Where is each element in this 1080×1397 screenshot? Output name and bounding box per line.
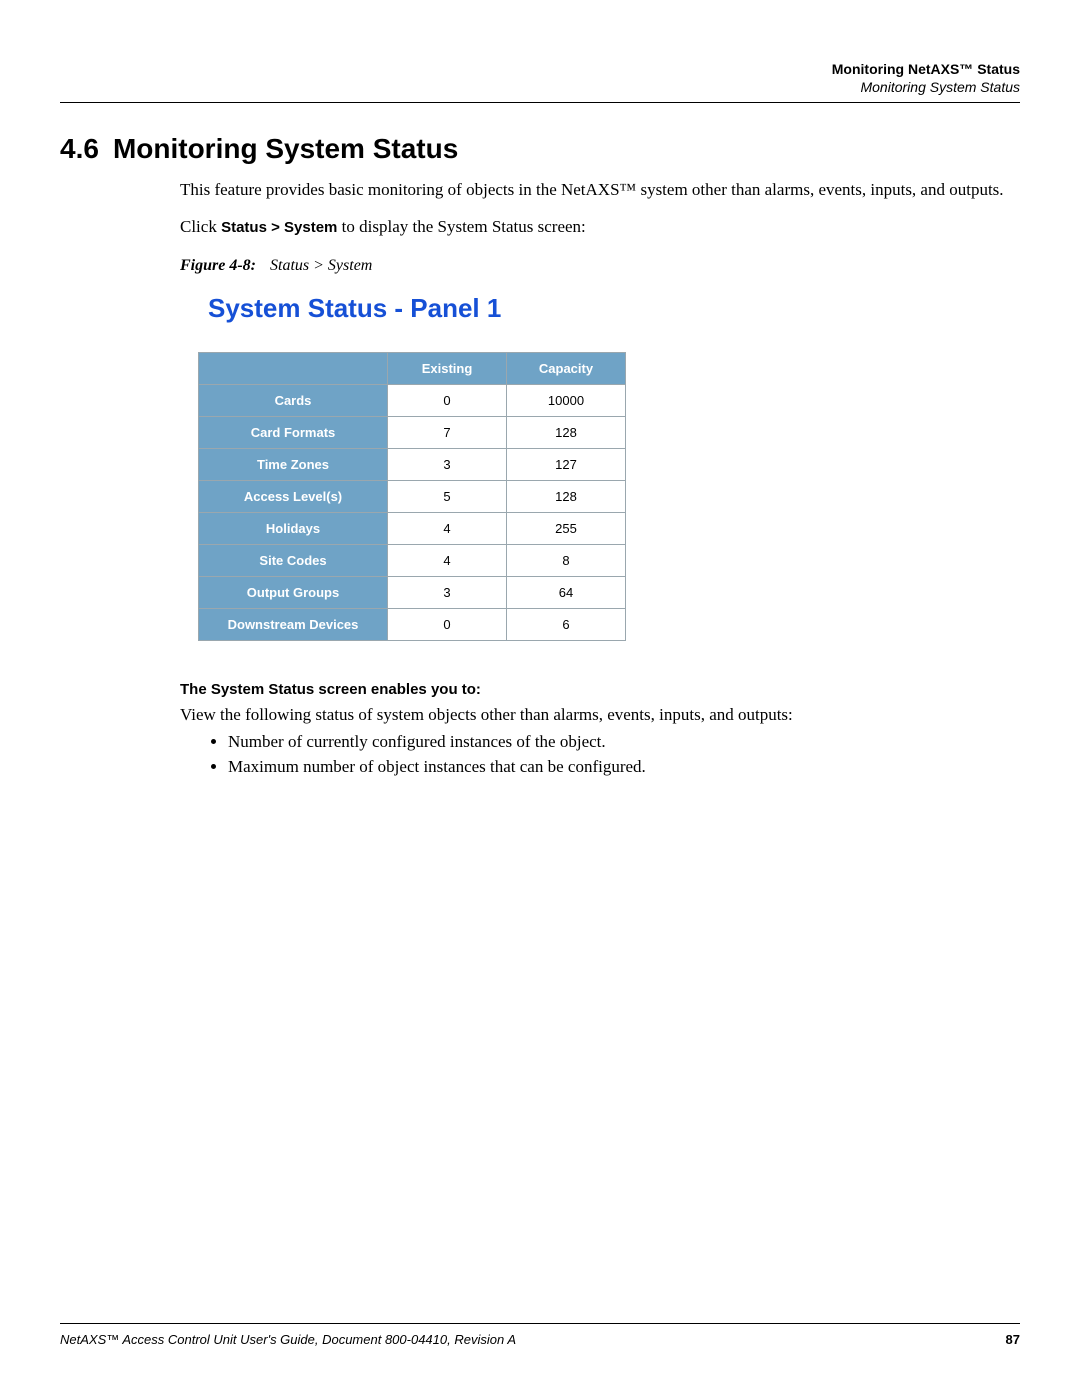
section-number: 4.6: [60, 133, 99, 165]
row-capacity-value: 255: [507, 513, 626, 545]
table-row: Downstream Devices06: [199, 609, 626, 641]
table-row: Output Groups364: [199, 577, 626, 609]
row-existing-value: 0: [388, 385, 507, 417]
intro-paragraph: This feature provides basic monitoring o…: [180, 179, 1010, 202]
bullet-item: Number of currently configured instances…: [228, 731, 1010, 754]
row-existing-value: 0: [388, 609, 507, 641]
bullet-item: Maximum number of object instances that …: [228, 756, 1010, 779]
footer-rule: [60, 1323, 1020, 1324]
table-header-row: Existing Capacity: [199, 353, 626, 385]
table-row: Cards010000: [199, 385, 626, 417]
row-existing-value: 3: [388, 577, 507, 609]
row-label: Access Level(s): [199, 481, 388, 513]
click-path-bold: Status > System: [221, 219, 337, 236]
row-capacity-value: 8: [507, 545, 626, 577]
row-label: Output Groups: [199, 577, 388, 609]
row-capacity-value: 128: [507, 481, 626, 513]
table-row: Holidays4255: [199, 513, 626, 545]
row-existing-value: 4: [388, 545, 507, 577]
row-label: Time Zones: [199, 449, 388, 481]
row-label: Downstream Devices: [199, 609, 388, 641]
row-label: Holidays: [199, 513, 388, 545]
table-col-existing: Existing: [388, 353, 507, 385]
view-paragraph: View the following status of system obje…: [180, 704, 1010, 727]
figure-label: Figure 4-8:: [180, 257, 256, 275]
table-row: Time Zones3127: [199, 449, 626, 481]
row-existing-value: 4: [388, 513, 507, 545]
section-heading: 4.6 Monitoring System Status: [60, 133, 1020, 165]
row-capacity-value: 6: [507, 609, 626, 641]
table-corner-cell: [199, 353, 388, 385]
row-capacity-value: 64: [507, 577, 626, 609]
panel-heading: System Status - Panel 1: [208, 293, 1010, 324]
row-capacity-value: 10000: [507, 385, 626, 417]
bullet-list: Number of currently configured instances…: [228, 731, 1010, 779]
row-existing-value: 5: [388, 481, 507, 513]
row-label: Card Formats: [199, 417, 388, 449]
row-existing-value: 3: [388, 449, 507, 481]
footer-page-number: 87: [1006, 1332, 1020, 1347]
header-rule: [60, 102, 1020, 103]
row-label: Cards: [199, 385, 388, 417]
footer-left-text: NetAXS™ Access Control Unit User's Guide…: [60, 1332, 516, 1347]
table-col-capacity: Capacity: [507, 353, 626, 385]
section-title-text: Monitoring System Status: [113, 133, 458, 165]
click-suffix: to display the System Status screen:: [337, 217, 585, 236]
row-capacity-value: 128: [507, 417, 626, 449]
table-row: Site Codes48: [199, 545, 626, 577]
row-existing-value: 7: [388, 417, 507, 449]
click-instruction: Click Status > System to display the Sys…: [180, 216, 1010, 239]
table-row: Card Formats7128: [199, 417, 626, 449]
click-prefix: Click: [180, 217, 221, 236]
page-footer: NetAXS™ Access Control Unit User's Guide…: [60, 1323, 1020, 1347]
header-line2: Monitoring System Status: [60, 78, 1020, 96]
figure-caption: Figure 4-8: Status > System: [180, 257, 1010, 275]
enable-heading: The System Status screen enables you to:: [180, 681, 1010, 698]
page-header-right: Monitoring NetAXS™ Status Monitoring Sys…: [60, 60, 1020, 96]
table-row: Access Level(s)5128: [199, 481, 626, 513]
row-label: Site Codes: [199, 545, 388, 577]
status-table: Existing Capacity Cards010000Card Format…: [198, 352, 626, 641]
figure-title: Status > System: [270, 257, 372, 275]
header-line1: Monitoring NetAXS™ Status: [60, 60, 1020, 78]
row-capacity-value: 127: [507, 449, 626, 481]
